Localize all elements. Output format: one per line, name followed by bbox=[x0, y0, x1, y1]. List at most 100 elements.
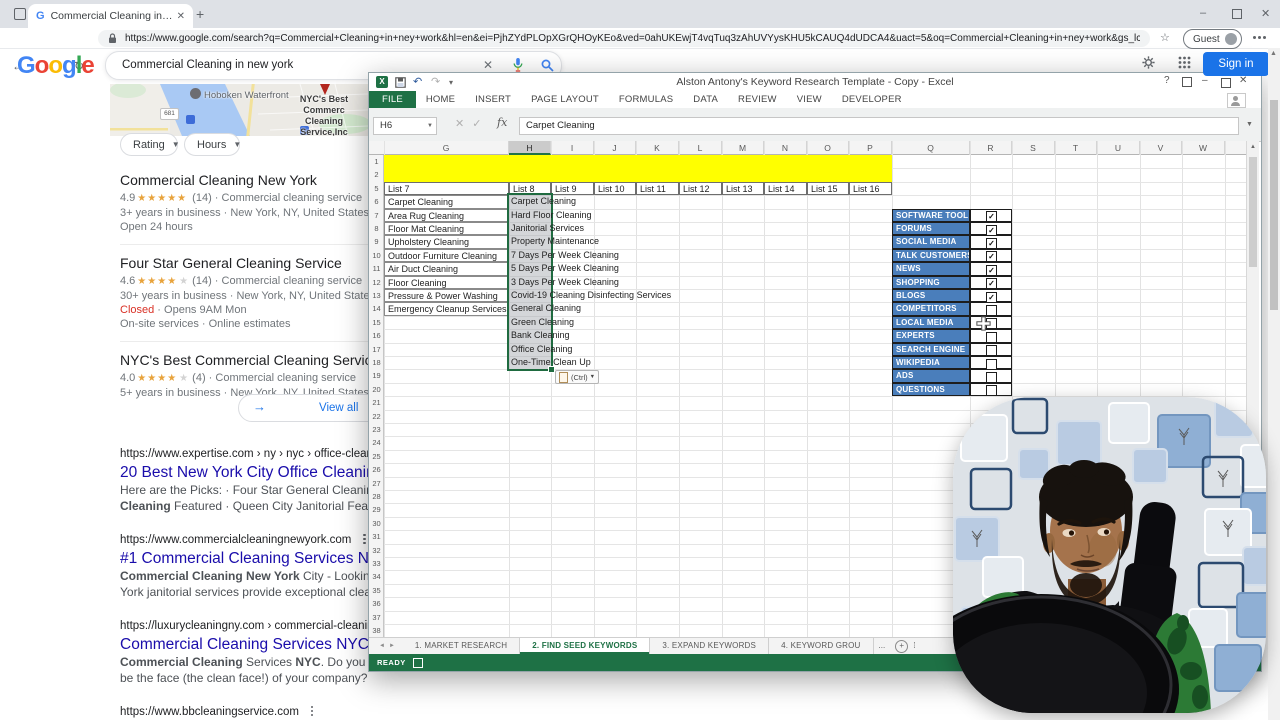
cell-h-10[interactable]: 7 Days Per Week Cleaning bbox=[511, 249, 619, 262]
checkbox-talk-customers[interactable]: ✓ bbox=[986, 251, 997, 262]
checkbox-shopping[interactable]: ✓ bbox=[986, 278, 997, 289]
cell-g-11[interactable]: Air Duct Cleaning bbox=[384, 262, 509, 275]
checklist-label[interactable]: BLOGS bbox=[892, 289, 970, 302]
row-header-18[interactable]: 18 bbox=[369, 356, 384, 369]
cell-list-header[interactable]: List 15 bbox=[807, 182, 849, 195]
row-header-31[interactable]: 31 bbox=[369, 530, 384, 543]
checklist-label[interactable]: QUESTIONS bbox=[892, 383, 970, 396]
row-header-20[interactable]: 20 bbox=[369, 383, 384, 396]
sheet-tab-3[interactable]: 3. EXPAND KEYWORDS bbox=[650, 638, 769, 654]
scroll-up-icon[interactable]: ▲ bbox=[1250, 144, 1256, 150]
cell-list-header[interactable]: List 12 bbox=[679, 182, 722, 195]
checkbox-social-media[interactable]: ✓ bbox=[986, 238, 997, 249]
column-header-V[interactable]: V bbox=[1140, 141, 1182, 155]
cell-list-header[interactable]: List 9 bbox=[551, 182, 594, 195]
excel-scrollbar-thumb[interactable] bbox=[1249, 157, 1257, 267]
scrollbar-up-icon[interactable]: ▲ bbox=[1270, 50, 1277, 57]
cell-g-14[interactable]: Emergency Cleanup Services bbox=[384, 302, 509, 315]
row-header-30[interactable]: 30 bbox=[369, 517, 384, 530]
checkbox-ads[interactable] bbox=[986, 372, 997, 383]
local-result[interactable]: Commercial Cleaning New York4.9★★★★★ (14… bbox=[120, 162, 382, 245]
row-header-37[interactable]: 37 bbox=[369, 611, 384, 624]
filter-chip-hours[interactable]: Hours▼ bbox=[184, 133, 240, 156]
row-header-35[interactable]: 35 bbox=[369, 584, 384, 597]
row-header-36[interactable]: 36 bbox=[369, 597, 384, 610]
column-header-H[interactable]: H bbox=[509, 141, 551, 155]
column-header-T[interactable]: T bbox=[1055, 141, 1097, 155]
checklist-label[interactable]: TALK CUSTOMERS bbox=[892, 249, 970, 262]
sheet-nav-arrows[interactable]: ◄► bbox=[375, 638, 403, 654]
tab-search-icon[interactable] bbox=[14, 8, 26, 20]
row-header-5[interactable]: 5 bbox=[369, 182, 384, 195]
profile-button[interactable]: Guest bbox=[1183, 29, 1242, 49]
row-header-25[interactable]: 25 bbox=[369, 450, 384, 463]
bookmark-star-icon[interactable]: ☆ bbox=[1160, 31, 1170, 44]
fill-handle[interactable] bbox=[548, 366, 555, 373]
sheet-tab-2[interactable]: 2. FIND SEED KEYWORDS bbox=[520, 638, 650, 654]
row-header-21[interactable]: 21 bbox=[369, 396, 384, 409]
column-header-K[interactable]: K bbox=[636, 141, 679, 155]
row-header-10[interactable]: 10 bbox=[369, 249, 384, 262]
column-header-P[interactable]: P bbox=[849, 141, 892, 155]
cell-h-8[interactable]: Janitorial Services bbox=[511, 222, 584, 235]
add-sheet-button[interactable]: + bbox=[895, 640, 908, 653]
local-result-name[interactable]: Four Star General Cleaning Service bbox=[120, 255, 382, 272]
checklist-label[interactable]: WIKIPEDIA bbox=[892, 356, 970, 369]
cell-g-7[interactable]: Area Rug Cleaning bbox=[384, 209, 509, 222]
row-header-33[interactable]: 33 bbox=[369, 557, 384, 570]
checklist-label[interactable]: NEWS bbox=[892, 262, 970, 275]
local-result[interactable]: Four Star General Cleaning Service4.6★★★… bbox=[120, 245, 382, 342]
row-header-38[interactable]: 38 bbox=[369, 624, 384, 637]
row-header-2[interactable]: 2 bbox=[369, 168, 384, 181]
cell-h-17[interactable]: Office Cleaning bbox=[511, 343, 572, 356]
row-header-28[interactable]: 28 bbox=[369, 490, 384, 503]
checklist-label[interactable]: SHOPPING bbox=[892, 276, 970, 289]
sheet-bar-menu-icon[interactable]: ⁞ bbox=[908, 638, 920, 654]
macro-record-icon[interactable] bbox=[413, 658, 423, 668]
sheet-tab-1[interactable]: 1. MARKET RESEARCH bbox=[403, 638, 520, 654]
row-header-6[interactable]: 6 bbox=[369, 195, 384, 208]
row-header-17[interactable]: 17 bbox=[369, 343, 384, 356]
cell-g-10[interactable]: Outdoor Furniture Cleaning bbox=[384, 249, 509, 262]
column-header-S[interactable]: S bbox=[1012, 141, 1055, 155]
result-url[interactable]: https://www.bbcleaningservice.com bbox=[120, 706, 420, 718]
cell-g-9[interactable]: Upholstery Cleaning bbox=[384, 235, 509, 248]
cell-list-header[interactable]: List 11 bbox=[636, 182, 679, 195]
browser-menu-icon[interactable] bbox=[1253, 36, 1256, 39]
map-preview[interactable]: Hoboken Waterfront 681 NYC's Best Commer… bbox=[110, 84, 368, 136]
cell-list-header[interactable]: List 16 bbox=[849, 182, 892, 195]
cell-list-header[interactable]: List 7 bbox=[384, 182, 509, 195]
checklist-label[interactable]: COMPETITORS bbox=[892, 302, 970, 315]
row-header-19[interactable]: 19 bbox=[369, 369, 384, 382]
cell-list-header[interactable]: List 10 bbox=[594, 182, 636, 195]
column-header-J[interactable]: J bbox=[594, 141, 636, 155]
cell-h-6[interactable]: Carpet Cleaning bbox=[511, 195, 576, 208]
browser-close-button[interactable]: ✕ bbox=[1261, 7, 1270, 20]
column-header-G[interactable]: G bbox=[384, 141, 509, 155]
highlight-band[interactable] bbox=[384, 155, 892, 182]
checkbox-competitors[interactable] bbox=[986, 305, 997, 316]
scrollbar-thumb[interactable] bbox=[1270, 100, 1278, 310]
cell-g-6[interactable]: Carpet Cleaning bbox=[384, 195, 509, 208]
checklist-label[interactable]: FORUMS bbox=[892, 222, 970, 235]
checkbox-search-engine[interactable] bbox=[986, 345, 997, 356]
row-header-29[interactable]: 29 bbox=[369, 503, 384, 516]
cell-h-7[interactable]: Hard Floor Cleaning bbox=[511, 209, 592, 222]
row-header-12[interactable]: 12 bbox=[369, 276, 384, 289]
cell-g-8[interactable]: Floor Mat Cleaning bbox=[384, 222, 509, 235]
column-header-O[interactable]: O bbox=[807, 141, 849, 155]
column-header-R[interactable]: R bbox=[970, 141, 1012, 155]
cell-list-header[interactable]: List 13 bbox=[722, 182, 764, 195]
row-header-14[interactable]: 14 bbox=[369, 302, 384, 315]
cell-h-11[interactable]: 5 Days Per Week Cleaning bbox=[511, 262, 619, 275]
row-header-32[interactable]: 32 bbox=[369, 544, 384, 557]
local-result-name[interactable]: Commercial Cleaning New York bbox=[120, 172, 382, 189]
checkbox-software-tool[interactable]: ✓ bbox=[986, 211, 997, 222]
cell-list-header[interactable]: List 14 bbox=[764, 182, 807, 195]
checkbox-blogs[interactable]: ✓ bbox=[986, 292, 997, 303]
column-header-L[interactable]: L bbox=[679, 141, 722, 155]
browser-maximize-button[interactable] bbox=[1232, 9, 1242, 19]
row-header-27[interactable]: 27 bbox=[369, 477, 384, 490]
column-header-Q[interactable]: Q bbox=[892, 141, 970, 155]
browser-minimize-button[interactable]: – bbox=[1200, 7, 1206, 19]
